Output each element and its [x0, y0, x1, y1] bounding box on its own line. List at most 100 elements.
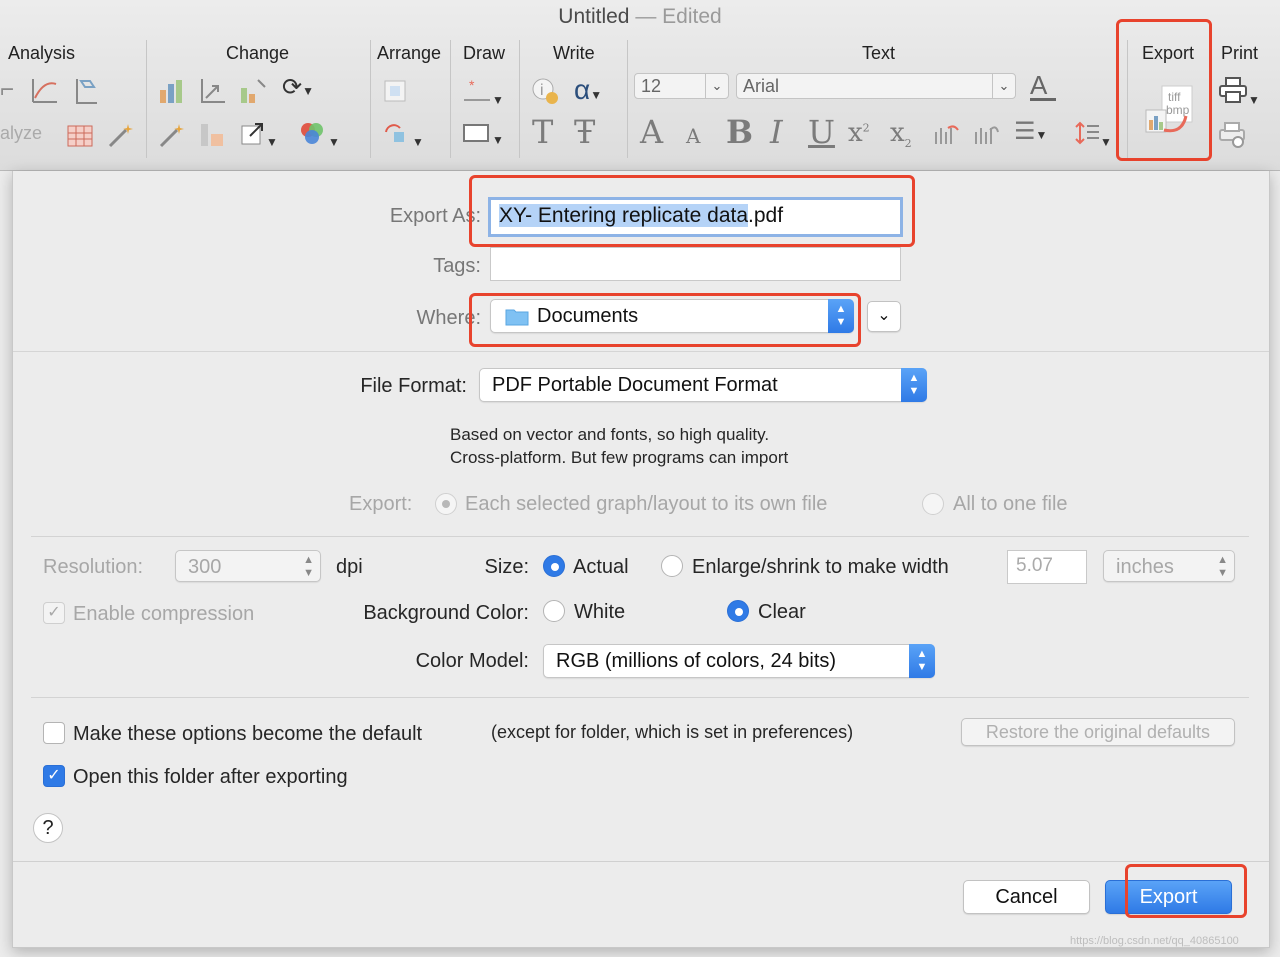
toolbar-separator — [370, 40, 371, 158]
export-all-radio[interactable] — [922, 493, 944, 515]
superscript-icon[interactable]: x2 — [848, 120, 870, 146]
toolbar: Untitled — Edited Analysis ⌐ alyze Chang… — [0, 0, 1280, 171]
color-model-value: RGB (millions of colors, 24 bits) — [556, 650, 836, 672]
table-icon[interactable] — [66, 121, 94, 154]
size-enlarge-label: Enlarge/shrink to make width — [692, 556, 949, 579]
resize-icon[interactable]: ▼ — [240, 120, 278, 151]
highlight-export-toolbar — [1116, 19, 1212, 161]
format-description-line1: Based on vector and fonts, so high quali… — [450, 425, 769, 445]
font-size-value: 12 — [641, 76, 661, 96]
rectangle-icon[interactable]: ▼ — [462, 122, 504, 149]
export-each-radio[interactable] — [435, 493, 457, 515]
text-tool-icon[interactable]: T — [532, 116, 553, 148]
bg-clear-radio[interactable] — [727, 600, 749, 622]
refresh-icon[interactable]: ⟳▼ — [282, 76, 314, 100]
toolbar-separator — [450, 40, 451, 158]
analysis-icon-1[interactable]: ⌐ — [0, 78, 14, 102]
width-unit-popup[interactable]: inches ▲▼ — [1103, 550, 1235, 582]
size-actual-label: Actual — [573, 556, 629, 579]
letter-spacing-icon[interactable] — [932, 122, 960, 151]
where-label: Where: — [353, 307, 481, 330]
underline-icon[interactable]: U — [808, 116, 835, 148]
analyze-label[interactable]: alyze — [0, 124, 42, 142]
updown-arrows-icon[interactable]: ▲▼ — [303, 554, 314, 580]
spacing-icon[interactable]: ▼ — [1074, 120, 1112, 151]
svg-text:i: i — [540, 82, 544, 99]
font-smaller-icon[interactable]: A — [686, 126, 700, 146]
window-title: Untitled — Edited — [0, 5, 1280, 29]
group-label-write: Write — [553, 43, 595, 64]
updown-arrows-icon[interactable]: ▲▼ — [1217, 554, 1228, 580]
magic-wand-icon[interactable] — [106, 120, 136, 155]
font-name-combo[interactable]: Arial ⌄ — [736, 73, 1016, 99]
bold-icon[interactable]: B — [726, 116, 753, 148]
color-model-popup[interactable]: RGB (millions of colors, 24 bits) ▲▼ — [543, 644, 935, 678]
align-text-icon[interactable]: ☰▼ — [1014, 120, 1047, 144]
print-preview-icon[interactable] — [1218, 120, 1248, 153]
format-description-line2: Cross-platform. But few programs can imp… — [450, 448, 788, 468]
group-label-change: Change — [226, 43, 289, 64]
file-format-value: PDF Portable Document Format — [492, 374, 778, 396]
font-larger-icon[interactable]: A — [640, 116, 663, 148]
enable-compression-checkbox[interactable]: ✓ — [43, 602, 65, 624]
cancel-button[interactable]: Cancel — [963, 880, 1090, 914]
resolution-stepper[interactable]: 300 ▲▼ — [175, 550, 321, 582]
toolbar-separator — [146, 40, 147, 158]
document-name: Untitled — [558, 5, 629, 28]
wand-icon-2[interactable] — [157, 120, 187, 155]
draw-line-icon[interactable]: *▼ — [462, 78, 504, 109]
font-size-combo[interactable]: 12 ⌄ — [634, 73, 729, 99]
edited-status: — Edited — [635, 5, 721, 28]
resolution-value: 300 — [188, 556, 221, 578]
bg-white-radio[interactable] — [543, 600, 565, 622]
restore-defaults-button[interactable]: Restore the original defaults — [961, 718, 1235, 746]
color-scheme-icon[interactable]: ▼ — [298, 120, 340, 151]
export-mode-label: Export: — [349, 493, 412, 516]
tags-label: Tags: — [353, 255, 481, 278]
printer-icon[interactable]: ▼ — [1218, 76, 1260, 109]
group-label-text: Text — [862, 43, 895, 64]
width-field[interactable]: 5.07 — [1007, 550, 1087, 584]
info-icon[interactable]: i — [530, 76, 560, 111]
align-icon[interactable]: ▼ — [382, 120, 424, 151]
resolution-label: Resolution: — [43, 556, 143, 579]
expand-button[interactable]: ⌄ — [867, 301, 901, 332]
highlight-filename — [469, 175, 915, 247]
axes-icon[interactable] — [198, 76, 228, 111]
help-button[interactable]: ? — [33, 813, 63, 843]
updown-arrows-icon[interactable]: ▲▼ — [909, 644, 935, 678]
subscript-icon[interactable]: x2 — [890, 120, 912, 149]
divider — [31, 697, 1249, 698]
export-dialog: Export As: XY- Entering replicate data.p… — [12, 171, 1270, 948]
open-folder-checkbox[interactable]: ✓ — [43, 765, 65, 787]
width-unit-value: inches — [1116, 556, 1174, 578]
italic-icon[interactable]: I — [770, 116, 783, 148]
greek-symbol-icon[interactable]: α▼ — [574, 76, 602, 104]
size-actual-radio[interactable] — [543, 555, 565, 577]
text-box-icon[interactable]: Ŧ — [574, 116, 595, 148]
line-spacing-icon[interactable] — [972, 122, 1000, 151]
watermark: https://blog.csdn.net/qq_40865100 — [1070, 935, 1239, 947]
format-graph-icon[interactable] — [198, 120, 228, 155]
arrange-icon[interactable] — [382, 78, 408, 109]
fit-curve-icon[interactable] — [30, 76, 60, 111]
toolbar-separator — [519, 40, 520, 158]
updown-arrows-icon[interactable]: ▲▼ — [901, 368, 927, 402]
file-format-label: File Format: — [253, 375, 467, 398]
chevron-down-icon[interactable]: ⌄ — [705, 74, 728, 98]
divider — [31, 536, 1249, 537]
chart-type-icon[interactable] — [157, 76, 187, 111]
group-label-print: Print — [1221, 43, 1258, 64]
text-color-icon[interactable]: A — [1030, 72, 1056, 101]
export-as-label: Export As: — [353, 205, 481, 228]
swap-axes-icon[interactable] — [238, 76, 268, 111]
make-default-note: (except for folder, which is set in pref… — [491, 722, 853, 743]
file-format-popup[interactable]: PDF Portable Document Format ▲▼ — [479, 368, 927, 402]
bg-clear-label: Clear — [758, 601, 806, 624]
chevron-down-icon[interactable]: ⌄ — [992, 74, 1015, 98]
transform-icon[interactable] — [72, 76, 102, 111]
size-enlarge-radio[interactable] — [661, 555, 683, 577]
tags-field[interactable] — [490, 247, 901, 281]
group-label-arrange: Arrange — [377, 43, 441, 64]
make-default-checkbox[interactable] — [43, 722, 65, 744]
